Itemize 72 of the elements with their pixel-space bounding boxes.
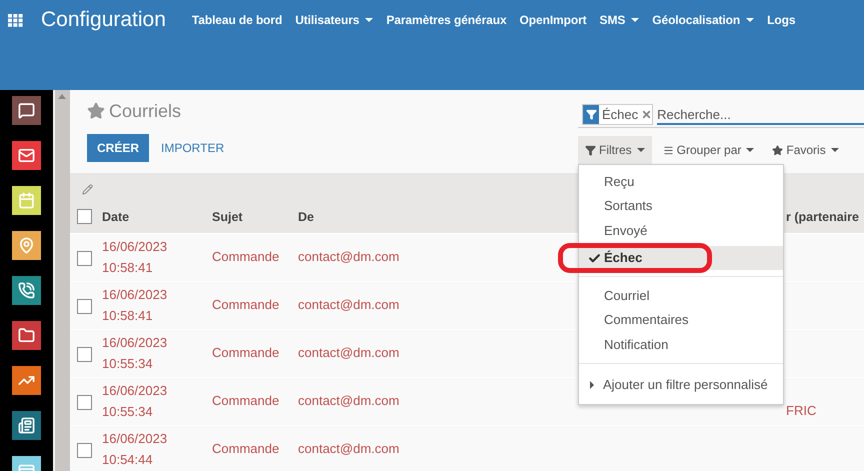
create-button[interactable]: CRÉER bbox=[87, 134, 150, 162]
row-checkbox[interactable] bbox=[77, 346, 92, 362]
caret-icon bbox=[830, 148, 839, 152]
app-tile-icon[interactable] bbox=[12, 411, 41, 440]
table-cell-text: FRIC bbox=[786, 402, 816, 420]
date-cell-text: 16/06/2023 10:54:44 bbox=[102, 430, 168, 468]
app-tile-icon[interactable] bbox=[12, 96, 41, 125]
row-checkbox[interactable] bbox=[77, 250, 92, 266]
nav-menu-item[interactable]: Tableau de bord bbox=[192, 13, 282, 27]
filter-option[interactable]: Courriel bbox=[579, 283, 783, 308]
app-tile-icon[interactable] bbox=[12, 231, 41, 260]
date-cell-text: 16/06/2023 10:58:41 bbox=[102, 238, 168, 276]
app-tile-icon[interactable] bbox=[12, 141, 41, 170]
app-title: Configuration bbox=[41, 8, 166, 32]
filter-option[interactable]: Envoyé bbox=[579, 218, 783, 242]
search-option-button[interactable]: Favoris bbox=[765, 136, 846, 164]
facet-label: Échec bbox=[601, 107, 640, 122]
subject-cell-text: Commande bbox=[212, 344, 280, 362]
date-cell-text: 16/06/2023 10:55:34 bbox=[102, 334, 168, 372]
filter-option[interactable]: Commentaires bbox=[579, 308, 783, 332]
nav-menu-item[interactable]: Paramètres généraux bbox=[386, 13, 507, 27]
app-tile-icon[interactable] bbox=[12, 321, 41, 350]
row-checkbox[interactable] bbox=[77, 394, 92, 410]
filter-option[interactable]: Notification bbox=[579, 332, 783, 356]
app-tile-icon[interactable] bbox=[12, 276, 41, 305]
filter-icon bbox=[583, 105, 599, 124]
apps-menu-icon[interactable] bbox=[8, 14, 23, 26]
row-checkbox[interactable] bbox=[77, 298, 92, 314]
column-header[interactable]: Date bbox=[102, 210, 130, 224]
caret-icon bbox=[590, 380, 594, 388]
column-header[interactable]: r (partenaire bbox=[786, 210, 859, 224]
page-title: Courriels bbox=[109, 100, 182, 122]
sender-cell-text: contact@dm.com bbox=[298, 392, 400, 410]
subject-cell-text: Commande bbox=[212, 392, 280, 410]
filter-option[interactable]: Sortants bbox=[579, 194, 783, 218]
row-checkbox[interactable] bbox=[77, 442, 92, 458]
search-option-button[interactable]: Filtres bbox=[578, 136, 652, 164]
custom-filter-option[interactable]: Ajouter un filtre personnalisé bbox=[579, 370, 783, 400]
nav-menu-item[interactable]: Utilisateurs bbox=[295, 13, 374, 27]
column-header[interactable]: De bbox=[298, 210, 314, 224]
scrollbar[interactable] bbox=[53, 90, 70, 471]
close-icon[interactable] bbox=[641, 109, 652, 120]
filter-option[interactable]: Reçu bbox=[579, 169, 783, 194]
subject-cell-text: Commande bbox=[212, 296, 280, 314]
nav-menu-item[interactable]: SMS bbox=[600, 13, 640, 27]
column-header[interactable]: Sujet bbox=[212, 210, 243, 224]
nav-menu-item[interactable]: Logs bbox=[767, 13, 796, 27]
app-tile-icon[interactable] bbox=[12, 366, 41, 395]
star-icon[interactable] bbox=[87, 102, 105, 120]
select-all-checkbox[interactable] bbox=[77, 209, 92, 224]
nav-menu-item[interactable]: Géolocalisation bbox=[652, 13, 754, 27]
subject-cell-text: Commande bbox=[212, 248, 280, 266]
search-field[interactable]: Recherche... bbox=[657, 106, 864, 125]
filter-icon bbox=[585, 144, 596, 156]
check-icon bbox=[588, 252, 601, 264]
sender-cell-text: contact@dm.com bbox=[298, 296, 400, 314]
star-icon bbox=[772, 144, 784, 156]
subject-cell-text: Commande bbox=[212, 440, 280, 458]
nav-menu-item[interactable]: OpenImport bbox=[520, 13, 587, 27]
app-tile-icon[interactable] bbox=[12, 186, 41, 215]
sender-cell-text: contact@dm.com bbox=[298, 248, 400, 266]
sender-cell-text: contact@dm.com bbox=[298, 344, 400, 362]
import-button[interactable]: IMPORTER bbox=[153, 134, 232, 162]
list-icon bbox=[662, 144, 674, 156]
date-cell-text: 16/06/2023 10:55:34 bbox=[102, 382, 168, 420]
search-option-button[interactable]: Grouper par bbox=[656, 136, 762, 164]
date-cell-text: 16/06/2023 10:58:41 bbox=[102, 286, 168, 324]
edit-icon[interactable] bbox=[82, 184, 93, 195]
sender-cell-text: contact@dm.com bbox=[298, 440, 400, 458]
search-facet[interactable]: Échec bbox=[582, 104, 654, 125]
caret-icon bbox=[636, 148, 645, 152]
caret-icon bbox=[746, 148, 754, 152]
